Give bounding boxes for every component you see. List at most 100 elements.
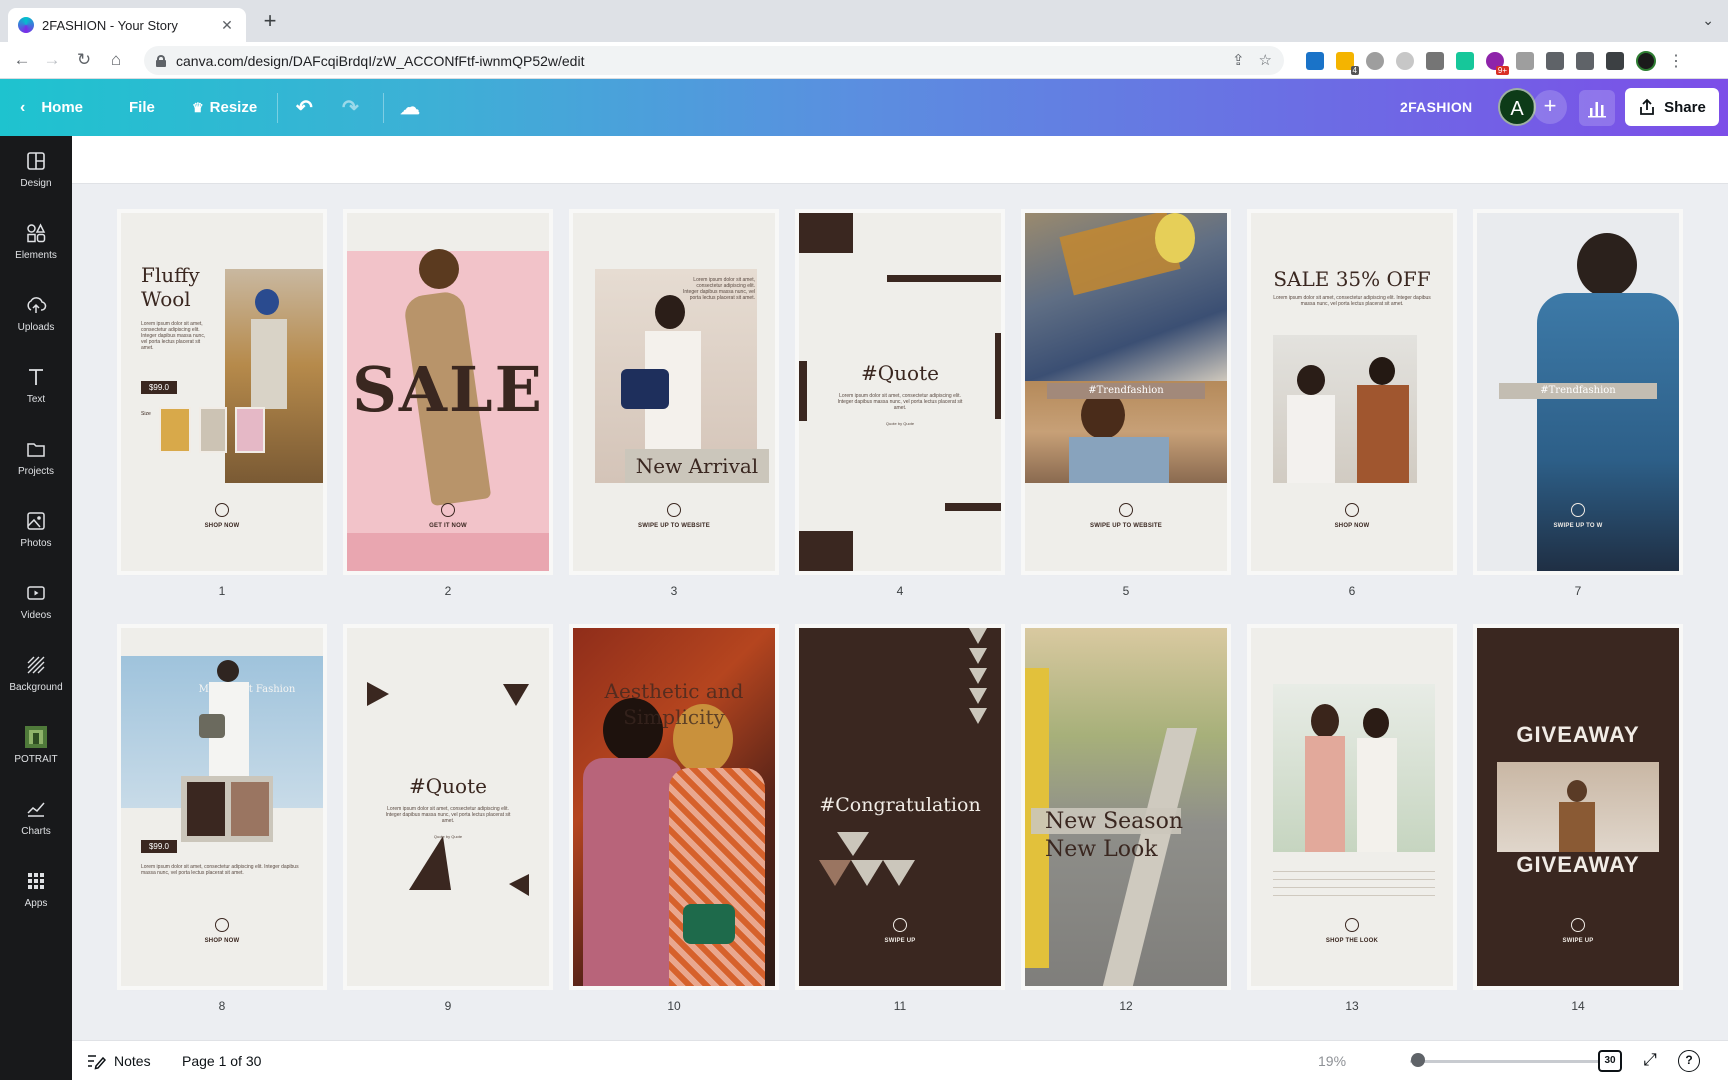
- cloud-check-icon: ☁: [400, 97, 420, 119]
- notes-pencil-icon: [88, 1055, 106, 1070]
- grid-view-button[interactable]: 30: [1598, 1050, 1622, 1072]
- zoom-percentage[interactable]: 19%: [1318, 1041, 1346, 1080]
- notes-button[interactable]: Notes: [86, 1041, 151, 1080]
- tab-search-chevron-icon[interactable]: ⌄: [1702, 12, 1714, 29]
- page-1-thumb-3: [235, 407, 265, 453]
- sidebar-item-elements[interactable]: Elements: [0, 208, 72, 278]
- extension-1-icon[interactable]: [1306, 52, 1324, 70]
- sidebar-label: Uploads: [17, 322, 55, 333]
- chevron-left-icon: ‹: [20, 98, 26, 116]
- page-number-2: 2: [444, 584, 452, 598]
- side-panel-icon[interactable]: [1606, 52, 1624, 70]
- page-thumbnail-5[interactable]: #Trendfashion SWIPE UP TO WEBSITE: [1025, 213, 1227, 571]
- share-button[interactable]: Share: [1625, 88, 1719, 126]
- zoom-slider-track[interactable]: [1410, 1060, 1600, 1063]
- extension-2-icon[interactable]: 4: [1336, 52, 1359, 75]
- sidebar-item-potrait[interactable]: POTRAIT: [0, 712, 72, 782]
- design-title[interactable]: 2FASHION: [1400, 79, 1472, 136]
- editor-footer: Notes Page 1 of 30 19% 30 ⤢ ?: [72, 1040, 1728, 1080]
- page-thumbnail-6[interactable]: SALE 35% OFF Lorem ipsum dolor sit amet,…: [1251, 213, 1453, 571]
- extension-code-icon[interactable]: [1426, 52, 1444, 70]
- page-indicator[interactable]: Page 1 of 30: [182, 1041, 261, 1080]
- cloud-save-button[interactable]: ☁: [400, 79, 420, 136]
- undo-icon: ↶: [296, 97, 313, 119]
- tab-close-icon[interactable]: ✕: [218, 17, 236, 34]
- page-thumbnail-11[interactable]: #Congratulation SWIPE UP: [799, 628, 1001, 986]
- lock-icon: [156, 54, 166, 67]
- user-avatar[interactable]: A: [1498, 88, 1536, 126]
- back-arrow-icon[interactable]: ←: [10, 48, 34, 72]
- browser-tab[interactable]: 2FASHION - Your Story ✕: [8, 8, 246, 42]
- url-omnibox[interactable]: canva.com/design/DAFcqiBrdqI/zW_ACCONfFt…: [144, 46, 1284, 75]
- page-thumbnail-1[interactable]: Fluffy Wool Lorem ipsum dolor sit amet, …: [121, 213, 323, 571]
- page-thumbnail-3[interactable]: Lorem ipsum dolor sit amet, consectetur …: [573, 213, 775, 571]
- forward-arrow-icon[interactable]: →: [40, 48, 64, 72]
- url-text: canva.com/design/DAFcqiBrdqI/zW_ACCONfFt…: [176, 52, 585, 69]
- home-button[interactable]: ‹ Home: [20, 79, 83, 136]
- file-menu-button[interactable]: File: [129, 79, 155, 136]
- sidebar-item-projects[interactable]: Projects: [0, 424, 72, 494]
- page-thumbnail-4[interactable]: #Quote Lorem ipsum dolor sit amet, conse…: [799, 213, 1001, 571]
- grid-view-canvas: Fluffy Wool Lorem ipsum dolor sit amet, …: [72, 136, 1728, 1040]
- sidebar-item-uploads[interactable]: Uploads: [0, 280, 72, 350]
- page-13-price-table: [1273, 864, 1435, 898]
- extension-4-icon[interactable]: [1396, 52, 1414, 70]
- extension-7-icon[interactable]: 9+: [1486, 52, 1509, 75]
- insights-button[interactable]: [1579, 90, 1615, 126]
- redo-button[interactable]: ↷: [342, 79, 359, 136]
- reload-icon[interactable]: ↻: [72, 48, 96, 72]
- page-1-thumb-2: [199, 407, 227, 453]
- media-queue-icon[interactable]: [1576, 52, 1594, 70]
- page-11-cta-text: SWIPE UP: [884, 938, 916, 944]
- page-thumbnail-9[interactable]: #Quote Lorem ipsum dolor sit amet, conse…: [347, 628, 549, 986]
- sidebar-item-videos[interactable]: Videos: [0, 568, 72, 638]
- sidebar-item-design[interactable]: Design: [0, 136, 72, 206]
- help-question-icon[interactable]: ?: [1678, 1050, 1700, 1072]
- sidebar-item-text[interactable]: Text: [0, 352, 72, 422]
- zoom-slider-knob[interactable]: [1411, 1053, 1425, 1067]
- crown-icon: ♛: [192, 99, 204, 115]
- extension-6-icon[interactable]: [1456, 52, 1474, 70]
- resize-button[interactable]: ♛ Resize: [192, 79, 257, 136]
- extension-3-icon[interactable]: [1366, 52, 1384, 70]
- bookmark-star-icon[interactable]: ☆: [1259, 51, 1272, 69]
- page-thumbnail-8[interactable]: Minimalist Fashion $99.0 Lorem ipsum dol…: [121, 628, 323, 986]
- browser-menu-icon[interactable]: ⋮: [1668, 51, 1684, 71]
- sidebar-item-apps[interactable]: Apps: [0, 856, 72, 926]
- toolbar-divider: [277, 93, 278, 123]
- page-4-block-bottom: [799, 531, 853, 571]
- page-thumbnail-10[interactable]: Aesthetic and Simplicity: [573, 628, 775, 986]
- page-thumbnail-14[interactable]: GIVEAWAY GIVEAWAY SWIPE UP: [1477, 628, 1679, 986]
- page-12-title-line1: New Season: [1045, 809, 1184, 834]
- invite-plus-button[interactable]: +: [1533, 90, 1567, 124]
- page-3-cta-text: SWIPE UP TO WEBSITE: [638, 523, 710, 529]
- share-page-icon[interactable]: ⇪: [1232, 51, 1245, 69]
- page-14-title-bottom: GIVEAWAY: [1516, 852, 1640, 877]
- editor-toolbar: ‹ Home File ♛ Resize ↶ ↷ ☁ 2FASHION A + …: [0, 79, 1728, 136]
- profile-avatar[interactable]: [1636, 51, 1656, 71]
- page-14-title-top: GIVEAWAY: [1516, 722, 1640, 747]
- undo-button[interactable]: ↶: [296, 79, 313, 136]
- sidebar-item-charts[interactable]: Charts: [0, 784, 72, 854]
- camera-extension-icon[interactable]: [1516, 52, 1534, 70]
- sidebar-item-background[interactable]: Background: [0, 640, 72, 710]
- file-label: File: [129, 99, 155, 116]
- zoom-value: 19%: [1318, 1053, 1347, 1069]
- page-5-cta-text: SWIPE UP TO WEBSITE: [1090, 523, 1162, 529]
- new-tab-button[interactable]: +: [258, 10, 282, 34]
- page-thumbnail-12[interactable]: New Season New Look: [1025, 628, 1227, 986]
- page-thumbnail-2[interactable]: SALE GET IT NOW: [347, 213, 549, 571]
- sidebar-item-photos[interactable]: Photos: [0, 496, 72, 566]
- page-indicator-text: Page 1 of 30: [182, 1053, 262, 1069]
- puzzle-extensions-icon[interactable]: [1546, 52, 1564, 70]
- page-6-body-text: Lorem ipsum dolor sit amet, consectetur …: [1273, 295, 1431, 307]
- home-icon[interactable]: ⌂: [104, 48, 128, 72]
- page-10-green-bag: [683, 904, 735, 944]
- fullscreen-expand-icon[interactable]: ⤢: [1638, 1050, 1662, 1072]
- page-number-13: 13: [1345, 999, 1359, 1013]
- page-thumbnail-7[interactable]: #Trendfashion SWIPE UP TO W: [1477, 213, 1679, 571]
- page-4-title: #Quote: [861, 361, 939, 385]
- page-8-body-text: Lorem ipsum dolor sit amet, consectetur …: [141, 864, 299, 876]
- page-thumbnail-13[interactable]: SHOP THE LOOK: [1251, 628, 1453, 986]
- page-8-title: Minimalist Fashion: [198, 684, 296, 695]
